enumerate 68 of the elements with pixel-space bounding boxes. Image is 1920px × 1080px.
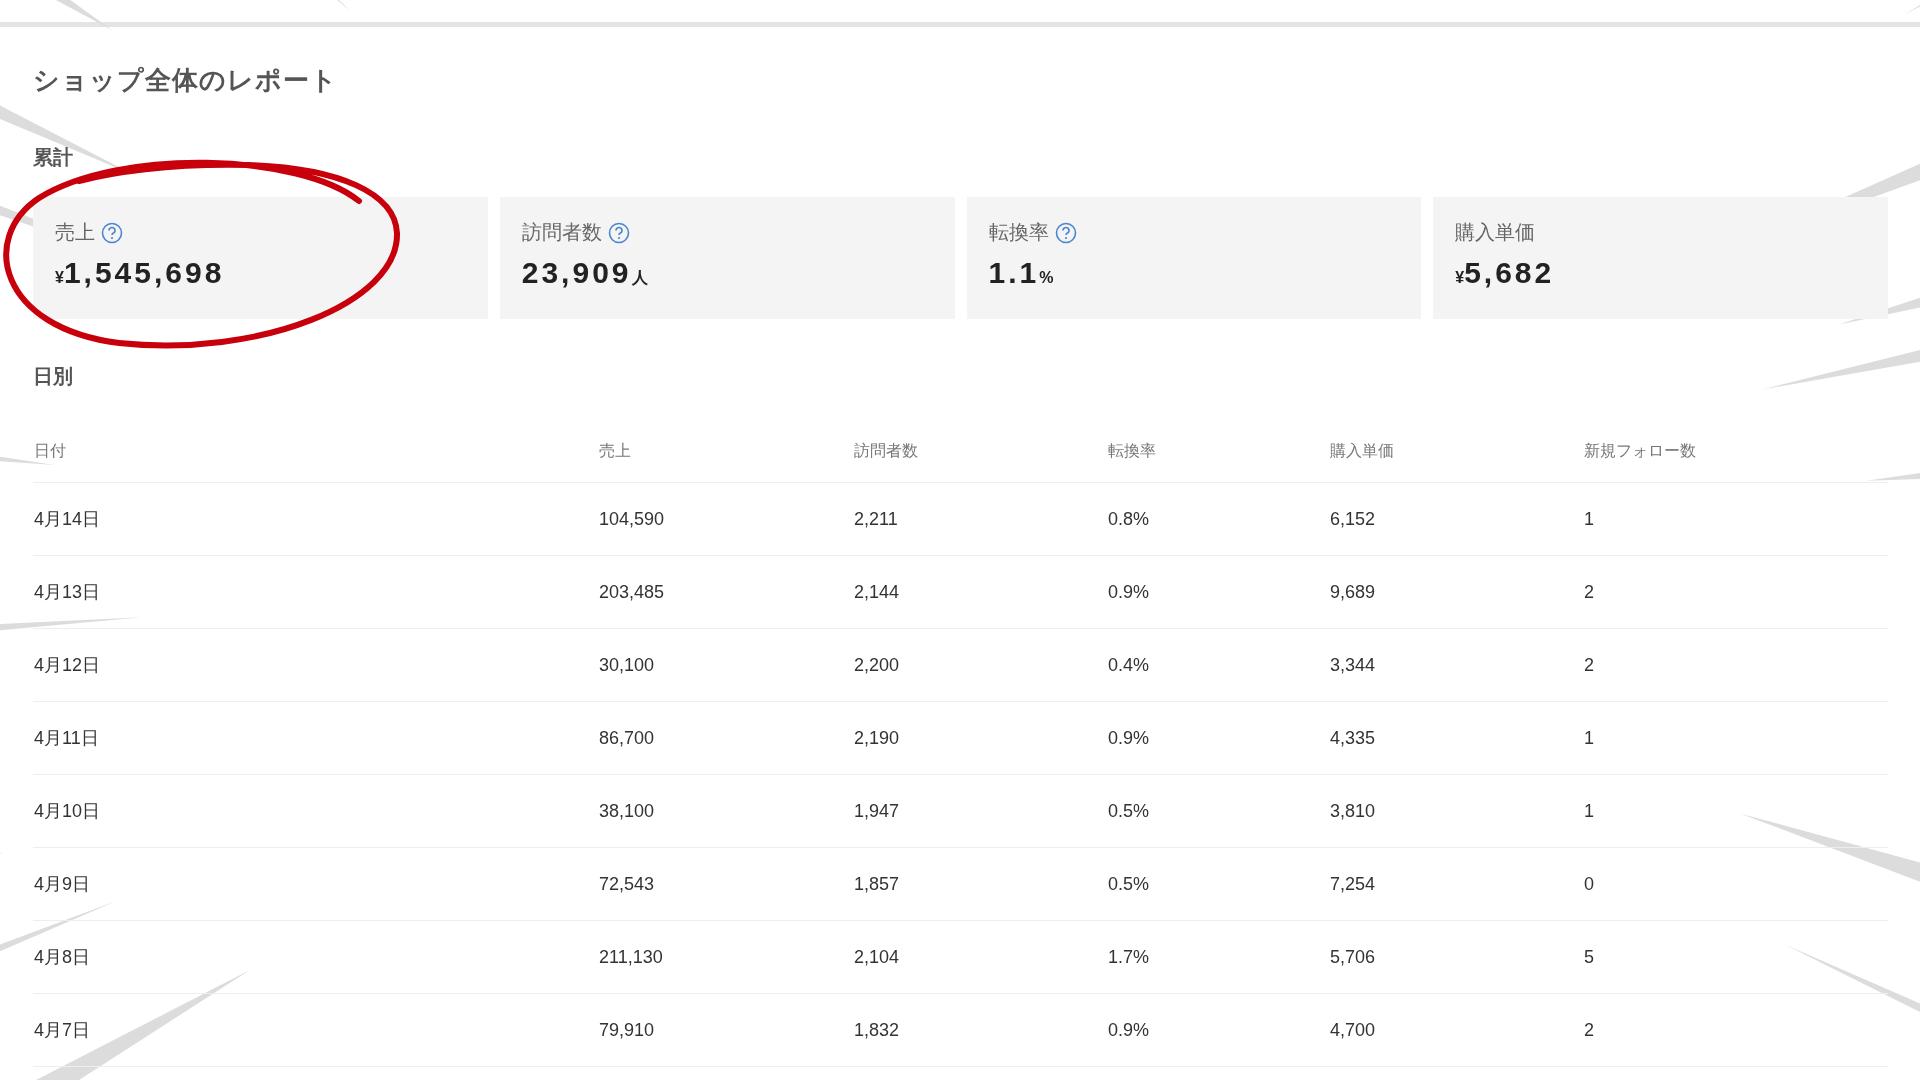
table-cell: 30,100 (599, 654, 655, 675)
table-cell: 7,254 (1330, 873, 1376, 894)
table-cell: 6,152 (1330, 508, 1376, 529)
help-icon[interactable] (607, 221, 630, 244)
metric-value: 23,909人 (521, 256, 649, 290)
metric-label: 転換率 (988, 220, 1049, 245)
page-title: ショップ全体のレポート (33, 64, 339, 97)
table-cell: 0.5% (1108, 873, 1150, 894)
table-cell: 3,344 (1330, 654, 1376, 675)
metric-label: 訪問者数 (521, 220, 602, 245)
metric-value: 1.1% (988, 256, 1055, 290)
table-cell: 1 (1584, 727, 1594, 748)
table-cell: 0.9% (1108, 1019, 1150, 1040)
column-header: 売上 (599, 441, 631, 459)
table-cell: 5 (1584, 946, 1594, 967)
metric-value: ¥1,545,698 (55, 256, 226, 290)
table-cell: 4,335 (1330, 727, 1376, 748)
table-cell: 2,104 (854, 946, 900, 967)
table-cell: 3,810 (1330, 800, 1376, 821)
table-cell: 2,144 (854, 581, 900, 602)
section-heading: 累計 (33, 145, 74, 170)
table-cell: 4月10日 (34, 801, 101, 821)
table-cell: 0.8% (1108, 508, 1150, 529)
table-cell: 0.9% (1108, 727, 1150, 748)
metric-value: ¥5,682 (1455, 256, 1556, 290)
table-cell: 4,700 (1330, 1019, 1376, 1040)
table-cell: 4月12日 (34, 655, 101, 675)
table-cell: 2 (1584, 581, 1594, 602)
column-header: 訪問者数 (854, 441, 918, 459)
table-cell: 4月8日 (34, 947, 91, 967)
column-header: 新規フォロー数 (1584, 441, 1696, 459)
table-cell: 2,200 (854, 654, 900, 675)
table-cell: 4月7日 (34, 1020, 91, 1040)
table-cell: 0 (1584, 873, 1594, 894)
table-cell: 1.7% (1108, 946, 1150, 967)
table-cell: 203,485 (599, 581, 665, 602)
table-cell: 2,211 (854, 508, 898, 529)
table-cell: 1 (1584, 508, 1594, 529)
table-cell: 79,910 (599, 1019, 655, 1040)
table-cell: 1,947 (854, 800, 900, 821)
metric-label: 売上 (55, 220, 95, 245)
table-cell: 0.4% (1108, 654, 1150, 675)
table-cell: 211,130 (599, 946, 663, 967)
table-cell: 2 (1584, 654, 1594, 675)
table-cell: 5,706 (1330, 946, 1376, 967)
metric-label: 購入単価 (1455, 220, 1536, 245)
column-header: 日付 (34, 441, 66, 459)
table-cell: 1,832 (854, 1019, 900, 1040)
table-cell: 104,590 (599, 508, 665, 529)
table-cell: 2,190 (854, 727, 900, 748)
table-cell: 4月11日 (34, 728, 99, 748)
table-cell: 4月14日 (34, 509, 101, 529)
section-heading: 日別 (33, 364, 74, 389)
table-cell: 4月13日 (34, 582, 101, 602)
column-header: 転換率 (1108, 441, 1156, 459)
table-cell: 0.5% (1108, 800, 1150, 821)
help-icon[interactable] (101, 221, 123, 244)
table-cell: 1 (1584, 800, 1594, 821)
table-cell: 86,700 (599, 727, 655, 748)
table-cell: 72,543 (599, 873, 655, 894)
table-cell: 38,100 (599, 800, 655, 821)
table-cell: 2 (1584, 1019, 1594, 1040)
table-cell: 1,857 (854, 873, 900, 894)
table-cell: 9,689 (1330, 581, 1376, 602)
column-header: 購入単価 (1330, 441, 1394, 459)
help-icon[interactable] (1054, 221, 1077, 244)
table-cell: 0.9% (1108, 581, 1150, 602)
table-cell: 4月9日 (34, 874, 91, 894)
